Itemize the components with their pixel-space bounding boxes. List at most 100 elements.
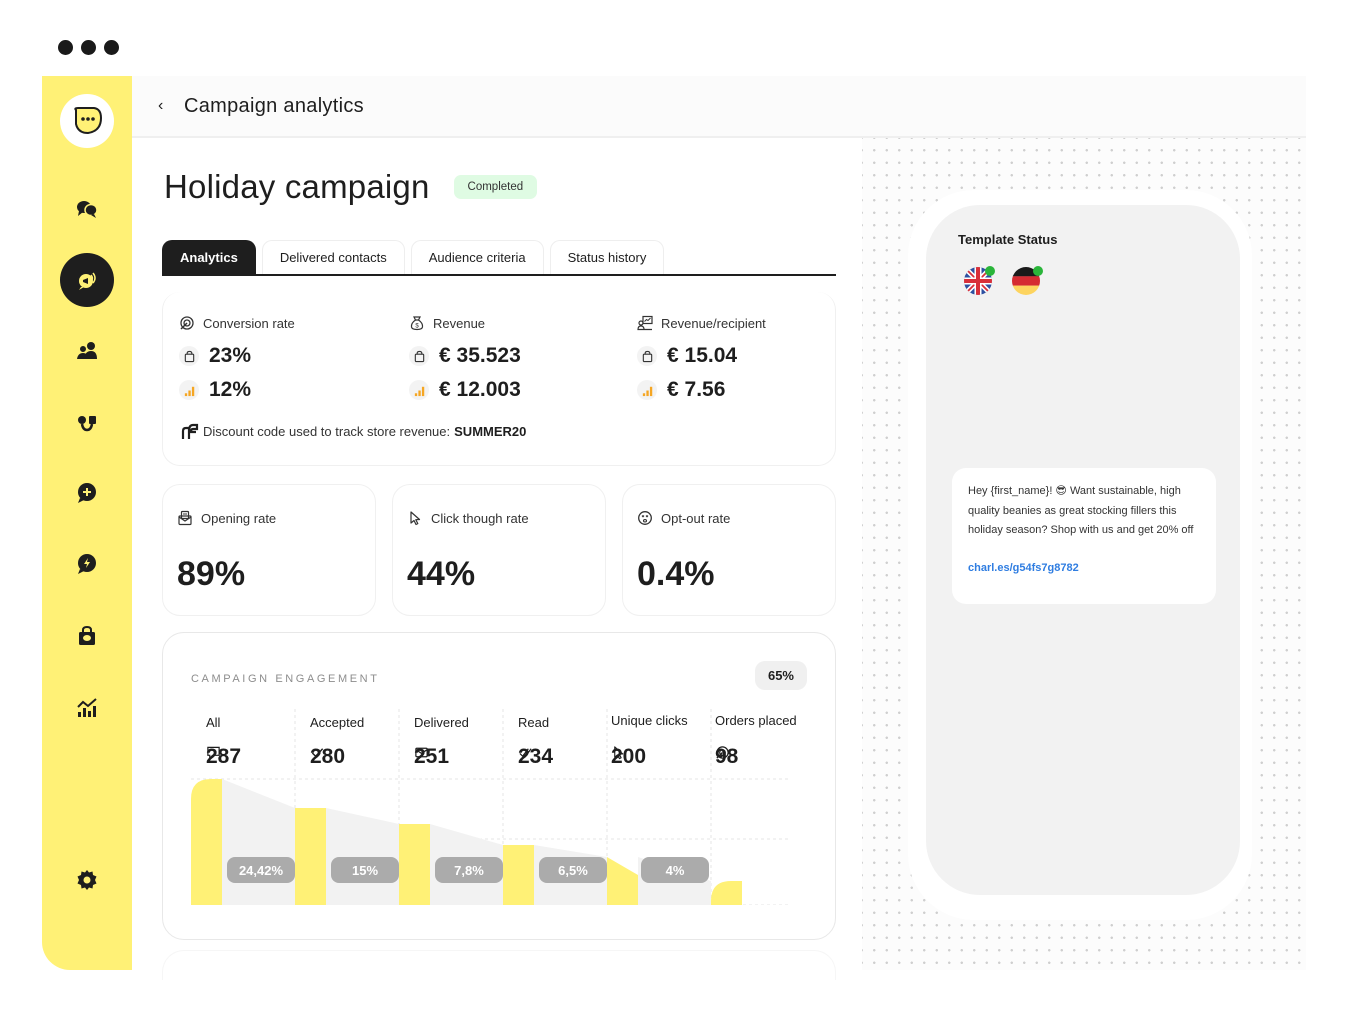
status-badge: Completed: [453, 175, 538, 199]
message-preview-bubble: Hey {first_name}! 😎 Want sustainable, hi…: [952, 468, 1216, 604]
stage-label: Orders placed: [715, 713, 797, 728]
metric-value: € 7.56: [667, 378, 726, 401]
engagement-badge: 65%: [754, 661, 807, 690]
engagement-funnel: All 287 Accepted 280 Delivered 251 Read …: [191, 709, 797, 905]
metric-label: Opt-out rate: [637, 509, 730, 527]
message-link[interactable]: charl.es/g54fs7g8782: [968, 559, 1200, 579]
bag-icon: [409, 346, 429, 366]
bag-icon: [179, 346, 199, 366]
message-text: Hey {first_name}! 😎 Want sustainable, hi…: [968, 485, 1194, 536]
sad-face-icon: [638, 511, 652, 525]
drop-percentage-pill: 4%: [641, 857, 709, 883]
sidebar-item-conversations[interactable]: [60, 182, 114, 236]
window-dot: [104, 40, 119, 55]
sidebar-item-analytics[interactable]: [60, 681, 114, 735]
sidebar: [42, 76, 132, 970]
metric-value: € 35.523: [439, 344, 521, 367]
discount-code: SUMMER20: [454, 423, 527, 439]
sidebar-item-new-chat[interactable]: [60, 466, 114, 520]
tab-status-history[interactable]: Status history: [549, 240, 665, 274]
metric-label: Click though rate: [407, 509, 529, 527]
sidebar-item-campaigns[interactable]: [60, 253, 114, 307]
metric-primary-row: 23%: [179, 344, 399, 367]
language-de[interactable]: [1012, 266, 1043, 295]
logo-icon: [74, 107, 103, 135]
stage-label: Unique clicks: [611, 713, 688, 728]
stage-label: Read: [518, 715, 550, 730]
drop-percentage-pill: 15%: [331, 857, 399, 883]
drop-percentage-pill: 24,42%: [227, 857, 295, 883]
funnel-area: [222, 779, 295, 905]
metric-primary-row: € 35.523: [409, 344, 629, 367]
sidebar-item-integrations[interactable]: [60, 395, 114, 449]
double-check-icon: [519, 748, 532, 758]
metric-label: Opening rate: [177, 509, 276, 527]
metric-label-text: Click though rate: [431, 510, 529, 526]
shopify-icon: [181, 423, 199, 439]
sidebar-item-shop[interactable]: [60, 609, 114, 663]
bag-icon: [637, 346, 657, 366]
chat-plus-icon: [78, 483, 96, 503]
window-controls: [58, 40, 119, 55]
envelope-open-icon: [178, 510, 192, 526]
metric-value: 12%: [209, 378, 252, 401]
funnel-bar: [191, 779, 222, 905]
approved-status-dot: [985, 266, 995, 276]
stage-label: All: [206, 715, 221, 730]
gear-icon: [77, 870, 97, 890]
user-chart-icon: [637, 315, 653, 331]
funnel-bar: [295, 808, 326, 905]
metric-secondary-row: € 7.56: [637, 378, 857, 401]
cursor-icon: [614, 746, 624, 760]
metric-label-text: Revenue: [433, 315, 486, 331]
funnel-bar: [711, 881, 742, 905]
chat-bubble-logo[interactable]: [60, 94, 114, 148]
revenue-card: Conversion rate 23% 12% $ Revenue € 35.5…: [162, 292, 836, 466]
stage-value: 234: [518, 745, 553, 769]
next-card-edge: [162, 950, 836, 980]
tab-audience-criteria[interactable]: Audience criteria: [410, 240, 544, 274]
funnel-stage: Unique clicks 200: [605, 709, 709, 779]
metric-primary-row: € 15.04: [637, 344, 857, 367]
template-preview-panel: Template Status Hey {first_name}! 😎 Want…: [862, 138, 1306, 970]
stage-value: 280: [310, 745, 345, 769]
sidebar-item-settings[interactable]: [60, 853, 114, 907]
opening-rate-card: Opening rate 89%: [162, 484, 376, 616]
page-header: ‹ Campaign analytics: [132, 76, 1306, 138]
tab-analytics[interactable]: Analytics: [162, 240, 256, 274]
phone-mockup: Template Status Hey {first_name}! 😎 Want…: [926, 205, 1240, 895]
campaign-engagement-card: CAMPAIGN ENGAGEMENT 65% All 287 Accepted…: [162, 632, 836, 940]
rate-value: 89%: [177, 555, 246, 593]
plug-icon: [78, 416, 96, 432]
funnel-stage: All 287: [191, 709, 295, 779]
metric-label-text: Revenue/recipient: [661, 315, 766, 331]
cursor-icon: [410, 511, 421, 526]
sidebar-item-automations[interactable]: [60, 537, 114, 591]
window-dot: [58, 40, 73, 55]
sidebar-item-contacts[interactable]: [60, 324, 114, 378]
metric-label-text: Conversion rate: [203, 315, 295, 331]
discount-info: Discount code used to track store revenu…: [181, 422, 526, 440]
drop-percentage-pill: 6,5%: [539, 857, 607, 883]
funnel-stage: Orders placed 98: [709, 709, 813, 779]
stage-label: Accepted: [310, 715, 365, 730]
language-en[interactable]: [964, 266, 995, 295]
chat-icon: [207, 746, 220, 760]
tab-delivered-contacts[interactable]: Delivered contacts: [261, 240, 405, 274]
template-status-title: Template Status: [958, 232, 1058, 247]
svg-text:$: $: [415, 324, 419, 330]
stage-value: 251: [414, 745, 449, 769]
rate-value: 44%: [407, 555, 476, 593]
metric-value: € 15.04: [667, 344, 738, 367]
check-icon: [311, 748, 324, 758]
revenue-per-recipient-metric: Revenue/recipient € 15.04 € 7.56: [637, 314, 857, 401]
funnel-stage: Accepted 280: [295, 709, 399, 779]
back-button[interactable]: ‹: [158, 97, 174, 115]
revenue-metric: $ Revenue € 35.523 € 12.003: [409, 314, 629, 401]
stage-value: 200: [611, 745, 646, 769]
stage-label: Delivered: [414, 715, 469, 730]
bar-chart-icon: [409, 380, 429, 400]
stage-value: 287: [206, 745, 241, 769]
shopping-bag-icon: [79, 625, 95, 645]
funnel-stage: Read 234: [503, 709, 607, 779]
